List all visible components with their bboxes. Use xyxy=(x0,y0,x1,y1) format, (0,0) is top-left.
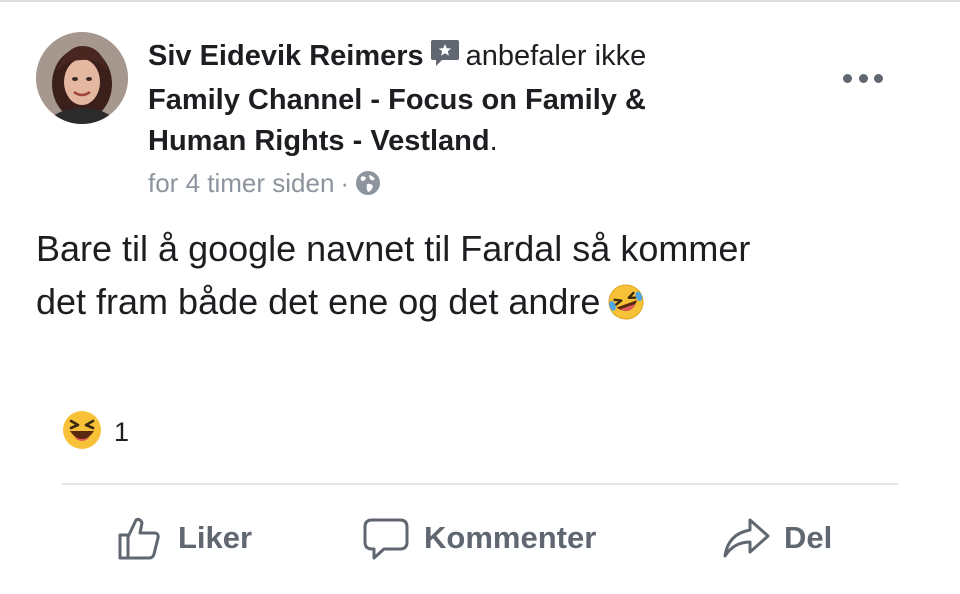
meta-separator: · xyxy=(340,168,350,198)
action-bar: Liker Kommenter Del xyxy=(0,508,960,568)
like-button[interactable]: Liker xyxy=(116,508,252,568)
like-label: Liker xyxy=(178,520,253,555)
reaction-count: 1 xyxy=(114,416,130,447)
globe-icon xyxy=(355,170,381,204)
more-dot-icon xyxy=(874,73,883,83)
post-body-line-2-text: det fram både det ene og det andre xyxy=(36,281,601,322)
thumbs-up-icon xyxy=(118,517,160,560)
author-name[interactable]: Siv Eidevik Reimers xyxy=(148,40,424,72)
review-icon xyxy=(430,38,460,80)
post-body: Bare til å google navnet til Fardal så k… xyxy=(36,222,916,336)
page-name-line-1[interactable]: Family Channel - Focus on Family & xyxy=(148,84,646,116)
share-button[interactable]: Del xyxy=(722,508,832,568)
page-name-line-2[interactable]: Human Rights - Vestland xyxy=(148,125,490,157)
header-line-1: Siv Eidevik Reimers anbefaler ikke xyxy=(148,36,828,80)
post-card: Siv Eidevik Reimers anbefaler ikke Famil… xyxy=(0,0,960,594)
reaction-summary[interactable]: 1 xyxy=(62,410,130,455)
haha-reaction-icon xyxy=(62,410,102,455)
header-line-3: Human Rights - Vestland. xyxy=(148,121,828,162)
comment-icon xyxy=(363,518,409,560)
share-label: Del xyxy=(784,520,833,555)
rolling-laughing-emoji-icon xyxy=(606,282,646,336)
post-body-line-2: det fram både det ene og det andre xyxy=(36,275,916,336)
more-dot-icon xyxy=(843,73,852,83)
more-dot-icon xyxy=(858,73,868,83)
comment-button[interactable]: Kommenter xyxy=(362,508,596,568)
post-body-line-1: Bare til å google navnet til Fardal så k… xyxy=(36,228,751,269)
share-icon xyxy=(723,518,770,558)
post-meta: for 4 timer siden · xyxy=(148,166,828,204)
avatar[interactable] xyxy=(36,32,128,124)
timestamp[interactable]: for 4 timer siden xyxy=(148,168,334,198)
comment-label: Kommenter xyxy=(424,520,597,555)
recommendation-verb: anbefaler ikke xyxy=(465,40,647,72)
top-divider xyxy=(0,0,960,2)
more-options-button[interactable] xyxy=(843,68,883,88)
page-name-suffix: . xyxy=(489,125,498,157)
actions-divider xyxy=(62,483,898,485)
header-line-2: Family Channel - Focus on Family & xyxy=(148,80,828,121)
post-header: Siv Eidevik Reimers anbefaler ikke Famil… xyxy=(148,36,828,204)
